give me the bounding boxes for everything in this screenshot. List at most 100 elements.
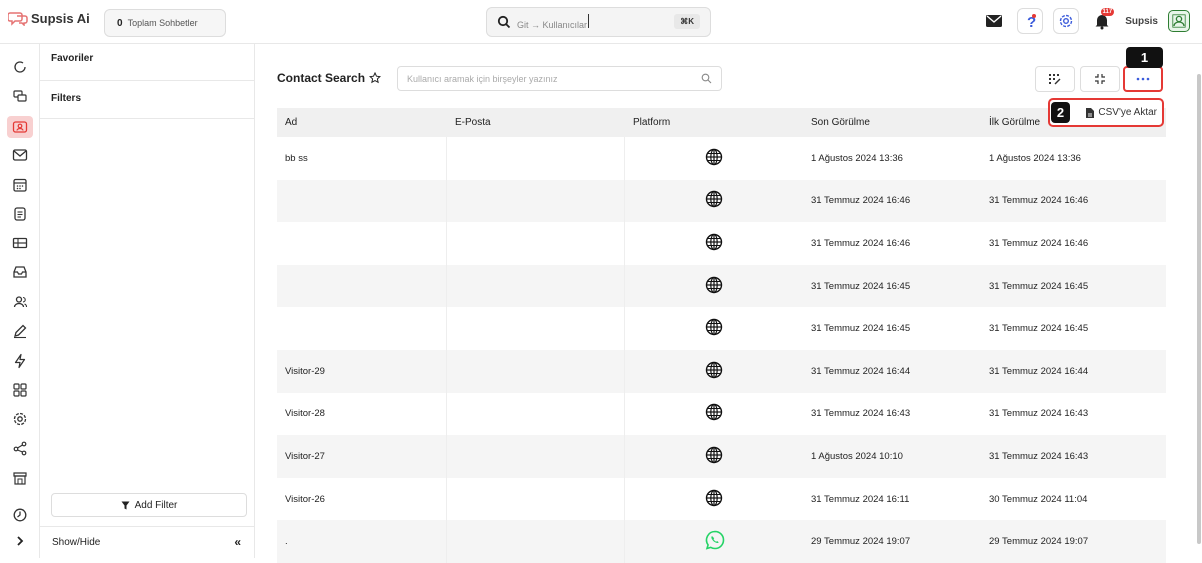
cell-platform: [625, 478, 803, 521]
settings-button[interactable]: [1053, 8, 1080, 34]
table-row[interactable]: 31 Temmuz 2024 16:46 31 Temmuz 2024 16:46: [277, 179, 1166, 223]
cell-first-seen: 31 Temmuz 2024 16:46: [989, 237, 1089, 249]
avatar[interactable]: [1168, 10, 1190, 32]
nav-email[interactable]: [7, 144, 33, 166]
column-header-last-seen[interactable]: Son Görülme: [803, 108, 981, 137]
total-chats-button[interactable]: 0 Toplam Sohbetler: [104, 9, 226, 37]
nav-expand[interactable]: [7, 530, 33, 552]
cell-last-seen: 1 Ağustos 2024 13:36: [811, 152, 903, 164]
cell-last-seen: 31 Temmuz 2024 16:43: [811, 408, 911, 420]
cell-first-seen: 31 Temmuz 2024 16:44: [989, 365, 1089, 377]
favorites-label: Favoriler: [51, 53, 94, 64]
cell-platform: [625, 435, 803, 478]
cell-email: [447, 137, 625, 180]
table-row[interactable]: Visitor-28 31 Temmuz 2024 16:43 31 Temmuz …: [277, 392, 1166, 436]
cell-first-seen: 31 Temmuz 2024 16:45: [989, 323, 1089, 335]
double-chevron-left-icon[interactable]: «: [234, 535, 241, 549]
compact-view-button[interactable]: [1080, 66, 1120, 92]
app-logo[interactable]: Supsis Ai: [8, 10, 90, 26]
username[interactable]: Supsis: [1125, 16, 1158, 27]
global-search-input[interactable]: Git → Kullanıcılar: [517, 14, 590, 30]
favorites-section[interactable]: Favoriler: [40, 44, 254, 81]
notifications-button[interactable]: 117: [1089, 8, 1115, 34]
more-dots-icon: [1136, 77, 1150, 81]
inbox-icon: [13, 266, 27, 278]
table-row[interactable]: Visitor-27 1 Ağustos 2024 10:10 31 Temmuz …: [277, 435, 1166, 478]
whatsapp-icon: [705, 530, 725, 553]
table-row[interactable]: Visitor-29 31 Temmuz 2024 16:44 31 Temmuz …: [277, 349, 1166, 393]
show-hide-toggle[interactable]: Show/Hide «: [40, 526, 255, 558]
filters-section[interactable]: Filters: [40, 81, 254, 119]
help-icon: ?: [1027, 14, 1036, 29]
table-row[interactable]: 31 Temmuz 2024 16:46 31 Temmuz 2024 16:46: [277, 222, 1166, 265]
pen-icon: [14, 324, 27, 339]
nav-integrations[interactable]: [7, 437, 33, 459]
globe-icon: [705, 148, 723, 169]
filter-icon: [121, 501, 130, 509]
nav-automation[interactable]: [7, 350, 33, 372]
column-header-platform[interactable]: Platform: [625, 108, 803, 137]
logo-text: Supsis Ai: [31, 10, 90, 26]
add-filter-button[interactable]: Add Filter: [51, 493, 247, 517]
total-chats-count: 0: [117, 17, 123, 29]
store-icon: [13, 472, 27, 485]
scrollbar-thumb[interactable]: [1197, 74, 1201, 544]
ticket-icon: [12, 237, 28, 249]
nav-live-visitors[interactable]: [7, 85, 33, 107]
cell-name: Visitor-26: [277, 477, 447, 521]
global-search[interactable]: Git → Kullanıcılar ⌘K: [486, 7, 711, 37]
contact-search-input[interactable]: Kullanıcı aramak için birşeyler yazınız: [397, 66, 722, 91]
nav-inbox[interactable]: [7, 261, 33, 283]
more-options-button[interactable]: [1123, 66, 1163, 92]
cell-email: [447, 392, 625, 436]
cell-email: [447, 477, 625, 521]
nav-calendar[interactable]: [7, 174, 33, 196]
nav-conversations[interactable]: [7, 56, 33, 78]
table-row[interactable]: 31 Temmuz 2024 16:45 31 Temmuz 2024 16:45: [277, 307, 1166, 350]
search-icon: [497, 15, 511, 29]
export-csv-label: CSV'ye Aktar: [1098, 107, 1157, 118]
clock-icon: [13, 508, 27, 522]
nav-apps[interactable]: [7, 379, 33, 401]
mail-button[interactable]: [981, 8, 1007, 34]
nav-users[interactable]: [7, 291, 33, 313]
cell-platform: [625, 265, 803, 308]
column-header-name[interactable]: Ad: [277, 108, 447, 137]
cell-first-seen: 31 Temmuz 2024 16:43: [989, 408, 1089, 420]
left-navigation: [0, 44, 40, 558]
table-row[interactable]: 31 Temmuz 2024 16:45 31 Temmuz 2024 16:45: [277, 264, 1166, 308]
columns-edit-icon: [1049, 74, 1061, 85]
globe-icon: [705, 403, 723, 424]
globe-icon: [705, 361, 723, 382]
chevron-right-icon: [17, 536, 24, 546]
nav-settings[interactable]: [7, 408, 33, 430]
column-header-email[interactable]: E-Posta: [447, 108, 625, 137]
search-shortcut: ⌘K: [674, 14, 700, 29]
cell-first-seen: 31 Temmuz 2024 16:45: [989, 280, 1089, 292]
cell-last-seen: 29 Temmuz 2024 19:07: [811, 536, 911, 548]
table-row[interactable]: Visitor-26 31 Temmuz 2024 16:11 30 Temmuz …: [277, 477, 1166, 521]
logo-icon: [8, 12, 28, 26]
calendar-icon: [13, 178, 27, 192]
nav-history[interactable]: [7, 504, 33, 526]
columns-button[interactable]: [1035, 66, 1075, 92]
nav-contacts[interactable]: [7, 116, 33, 138]
settings-icon: [13, 412, 27, 426]
page-scrollbar[interactable]: [1195, 44, 1202, 558]
nav-store[interactable]: [7, 467, 33, 489]
star-icon[interactable]: [369, 72, 382, 84]
help-button[interactable]: ?: [1017, 8, 1044, 34]
total-chats-label: Toplam Sohbetler: [127, 18, 198, 28]
nav-notes[interactable]: [7, 203, 33, 225]
user-avatar-icon: [1172, 14, 1186, 28]
cell-last-seen: 31 Temmuz 2024 16:11: [811, 493, 910, 505]
nav-edit[interactable]: [7, 320, 33, 342]
cell-last-seen: 31 Temmuz 2024 16:46: [811, 237, 911, 249]
table-row[interactable]: . 29 Temmuz 2024 19:07 29 Temmuz 2024 19:0…: [277, 520, 1166, 563]
cell-platform: [625, 222, 803, 265]
cell-first-seen: 30 Temmuz 2024 11:04: [989, 493, 1088, 505]
contact-search-header: Contact Search: [277, 71, 382, 85]
table-row[interactable]: bb ss 1 Ağustos 2024 13:36 1 Ağustos 2024 …: [277, 137, 1166, 180]
global-search-text: Git → Kullanıcılar: [517, 20, 588, 30]
nav-tickets[interactable]: [7, 232, 33, 254]
